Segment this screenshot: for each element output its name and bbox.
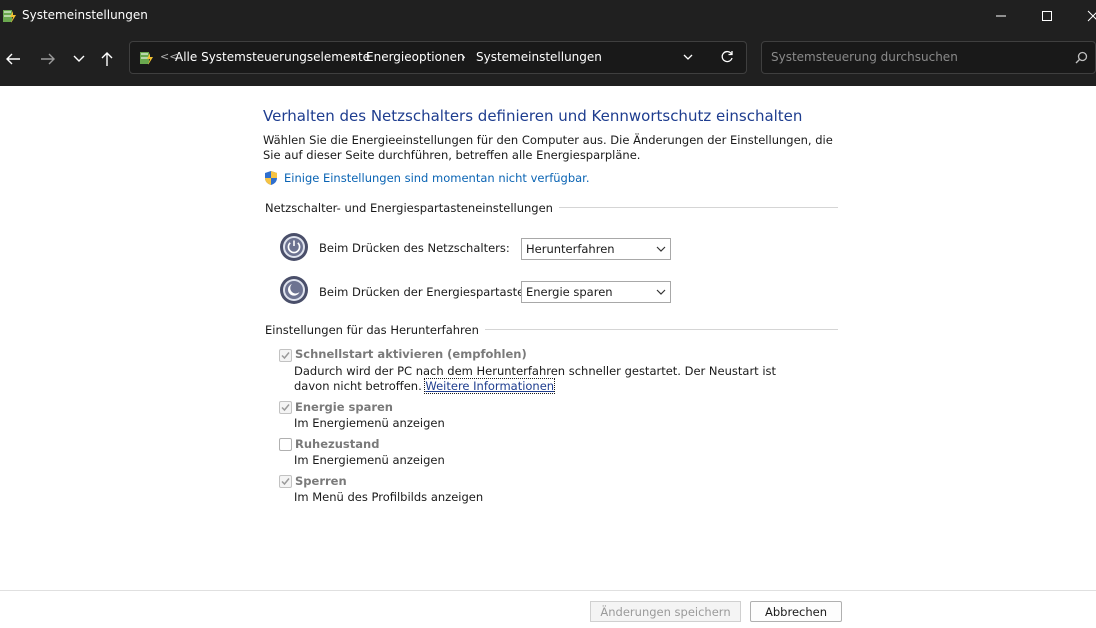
forward-arrow-icon — [41, 53, 55, 65]
breadcrumb-separator[interactable]: › — [351, 50, 356, 64]
window-title: Systemeinstellungen — [22, 8, 148, 22]
intro-text: Wählen Sie die Energieeinstellungen für … — [263, 133, 833, 162]
search-box[interactable]: Systemsteuerung durchsuchen — [761, 41, 1096, 74]
checkmark-icon — [281, 352, 290, 360]
breadcrumb-power-options[interactable]: Energieoptionen — [366, 50, 465, 64]
lock-menu-checkbox[interactable] — [279, 475, 292, 488]
chevron-down-icon — [656, 246, 666, 252]
address-bar[interactable]: << Alle Systemsteuerungselemente › Energ… — [129, 41, 747, 74]
lock-menu-label: Sperren — [295, 474, 347, 488]
power-button-action-value: Herunterfahren — [526, 242, 615, 256]
recent-locations-button[interactable] — [67, 48, 91, 70]
minimize-icon — [996, 15, 1006, 17]
recent-locations-icon — [73, 55, 85, 62]
sleep-menu-label: Energie sparen — [295, 400, 393, 414]
fast-startup-checkbox[interactable] — [279, 349, 292, 362]
sleep-button-icon — [280, 276, 308, 304]
hibernate-menu-description: Im Energiemenü anzeigen — [294, 453, 445, 467]
search-icon[interactable] — [1075, 51, 1088, 64]
fast-startup-label: Schnellstart aktivieren (empfohlen) — [295, 347, 527, 361]
close-icon — [1087, 10, 1096, 22]
sleep-menu-checkbox[interactable] — [279, 401, 292, 414]
up-button[interactable] — [95, 48, 119, 70]
breadcrumb-all-control-panel-items[interactable]: Alle Systemsteuerungselemente — [175, 50, 370, 64]
power-button-icon — [280, 233, 308, 261]
navigation-bar: << Alle Systemsteuerungselemente › Energ… — [0, 32, 1096, 86]
back-button[interactable] — [1, 48, 25, 70]
minimize-button[interactable] — [978, 0, 1024, 32]
maximize-icon — [1042, 11, 1052, 21]
chevron-down-icon — [656, 289, 666, 295]
lock-menu-description: Im Menü des Profilbilds anzeigen — [294, 490, 484, 504]
power-options-icon — [3, 10, 16, 23]
power-buttons-section-title: Netzschalter- und Energiespartasteneinst… — [265, 201, 559, 215]
more-information-link[interactable]: Weitere Informationen — [424, 378, 556, 394]
power-options-icon — [140, 52, 153, 65]
breadcrumb-separator[interactable]: › — [461, 50, 466, 64]
back-arrow-icon — [6, 53, 20, 65]
footer-divider — [0, 590, 1096, 591]
power-button-action-label: Beim Drücken des Netzschalters: — [319, 241, 510, 255]
cancel-button[interactable]: Abbrechen — [750, 601, 842, 622]
refresh-icon[interactable] — [720, 50, 734, 64]
shutdown-section-title: Einstellungen für das Herunterfahren — [265, 323, 485, 337]
change-unavailable-settings-link[interactable]: Einige Einstellungen sind momentan nicht… — [284, 171, 590, 185]
sleep-button-action-select[interactable]: Energie sparen — [521, 281, 671, 303]
close-button[interactable] — [1070, 0, 1096, 32]
page-title: Verhalten des Netzschalters definieren u… — [263, 107, 803, 125]
save-changes-button[interactable]: Änderungen speichern — [590, 601, 741, 622]
checkmark-icon — [281, 478, 290, 486]
sleep-menu-description: Im Energiemenü anzeigen — [294, 416, 445, 430]
uac-shield-icon — [265, 171, 277, 185]
title-bar: Systemeinstellungen — [0, 0, 1096, 32]
hibernate-menu-label: Ruhezustand — [295, 437, 380, 451]
maximize-button[interactable] — [1024, 0, 1070, 32]
checkmark-icon — [281, 404, 290, 412]
forward-button[interactable] — [36, 48, 60, 70]
power-button-action-select[interactable]: Herunterfahren — [521, 238, 671, 260]
sleep-button-action-value: Energie sparen — [526, 285, 613, 299]
search-input[interactable]: Systemsteuerung durchsuchen — [771, 50, 958, 64]
up-arrow-icon — [101, 52, 113, 66]
fast-startup-description: Dadurch wird der PC nach dem Herunterfah… — [294, 364, 814, 394]
address-dropdown-icon[interactable] — [682, 52, 694, 62]
breadcrumb-system-settings[interactable]: Systemeinstellungen — [476, 50, 602, 64]
hibernate-menu-checkbox[interactable] — [279, 438, 292, 451]
sleep-button-action-label: Beim Drücken der Energiespartaste: — [319, 285, 529, 299]
